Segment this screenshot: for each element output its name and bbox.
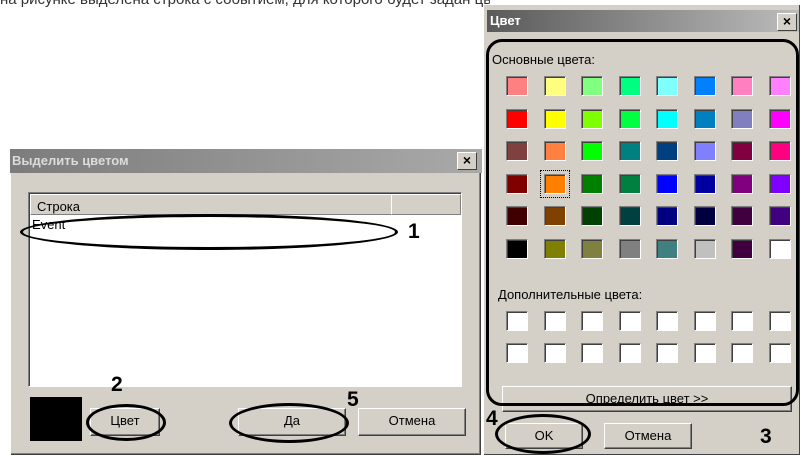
cropped-caption: на рисунке выделена строка с событием, д… [0,0,490,9]
annotation-oval-row [20,214,398,250]
annotation-number-5: 5 [347,388,359,411]
annotation-oval-color-button [86,404,166,441]
column-header-extra[interactable] [391,194,461,215]
column-header-row[interactable]: Строка [30,194,392,215]
highlight-dialog-titlebar[interactable]: Выделить цветом [10,149,482,173]
cancel-button[interactable]: Отмена [358,408,466,436]
close-icon: × [782,13,792,29]
color-dialog-title: Цвет [490,13,521,28]
highlight-dialog-close-button[interactable]: × [457,152,477,170]
column-header-label: Строка [37,199,81,214]
annotation-number-3: 3 [760,425,772,448]
annotation-rounded-rect-palette [486,39,799,406]
color-dialog-titlebar[interactable]: Цвет [487,10,799,32]
annotation-number-4: 4 [486,407,498,430]
annotation-number-2: 2 [111,373,123,396]
annotation-oval-ok-button [229,403,349,443]
close-icon: × [462,152,472,168]
annotation-oval-color-ok [495,414,591,454]
color-cancel-button[interactable]: Отмена [604,423,692,449]
annotation-number-1: 1 [408,220,420,243]
highlight-dialog-title: Выделить цветом [12,153,129,168]
selected-color-swatch [30,397,82,441]
color-dialog-close-button[interactable]: × [777,13,797,31]
